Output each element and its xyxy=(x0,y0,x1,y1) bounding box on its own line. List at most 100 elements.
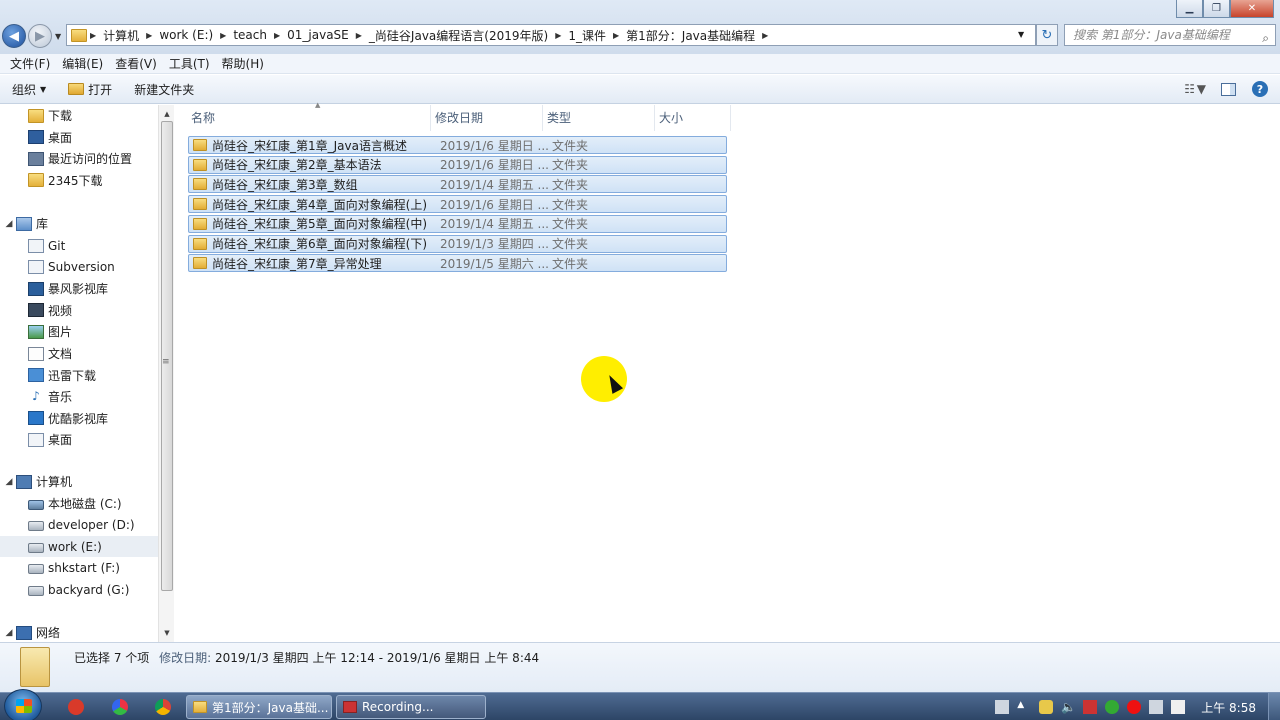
search-input[interactable]: 搜索 第1部分：Java基础编程 ⌕ xyxy=(1064,24,1276,46)
tray-app-icon[interactable] xyxy=(1083,700,1098,714)
sidebar-item[interactable]: 最近访问的位置 xyxy=(0,148,158,169)
chevron-right-icon[interactable]: ▶ xyxy=(552,31,564,40)
column-type[interactable]: 类型 xyxy=(543,105,655,131)
change-view-icon[interactable]: ☷ ▼ xyxy=(1184,82,1206,96)
chevron-right-icon[interactable]: ▶ xyxy=(353,31,365,40)
file-row[interactable]: 尚硅谷_宋红康_第1章_Java语言概述 2019/1/6 星期日 ... 文件夹 xyxy=(188,136,727,154)
sidebar-item[interactable]: work (E:) xyxy=(0,536,158,558)
breadcrumb-item[interactable]: work (E:) xyxy=(155,28,217,42)
expand-arrow-icon[interactable]: ◢ xyxy=(2,219,16,229)
search-icon[interactable]: ⌕ xyxy=(1262,28,1269,48)
tray-app-icon[interactable] xyxy=(1039,700,1054,714)
breadcrumb-item[interactable]: teach xyxy=(229,28,271,42)
preview-pane-icon[interactable] xyxy=(1221,82,1236,96)
menu-item[interactable]: 工具(T) xyxy=(163,55,216,72)
multiple-folders-icon xyxy=(20,647,50,687)
expand-arrow-icon[interactable]: ◢ xyxy=(2,628,16,638)
column-name[interactable]: 名称 xyxy=(187,105,431,131)
sidebar-item[interactable]: 下载 xyxy=(0,105,158,126)
sidebar-item[interactable]: Subversion xyxy=(0,257,158,278)
picture-icon xyxy=(28,324,44,339)
breadcrumb-item[interactable]: 01_javaSE xyxy=(283,28,353,42)
address-bar[interactable]: ▶ 计算机 ▶ work (E:) ▶ teach ▶ 01_javaSE ▶ _尚硅谷Java… xyxy=(66,24,1036,46)
menu-item[interactable]: 查看(V) xyxy=(109,55,163,72)
chevron-right-icon[interactable]: ▶ xyxy=(271,31,283,40)
file-row[interactable]: 尚硅谷_宋红康_第3章_数组 2019/1/4 星期五 ... 文件夹 xyxy=(188,175,727,194)
chevron-right-icon[interactable]: ▶ xyxy=(87,31,99,40)
network-icon[interactable] xyxy=(1149,700,1164,714)
file-name: 尚硅谷_宋红康_第6章_面向对象编程(下) xyxy=(212,237,427,251)
close-button[interactable]: ✕ xyxy=(1230,0,1274,18)
start-button[interactable] xyxy=(4,689,42,720)
menu-item[interactable]: 编辑(E) xyxy=(56,55,109,72)
refresh-button[interactable]: ↻ xyxy=(1036,24,1058,46)
sidebar-scrollbar[interactable]: ▲ ≡ ▼ xyxy=(158,105,174,642)
sidebar-item[interactable]: developer (D:) xyxy=(0,515,158,536)
sidebar-item[interactable]: ◢ 计算机 xyxy=(0,471,158,492)
sidebar-item[interactable]: 迅雷下载 xyxy=(0,365,158,386)
chevron-right-icon[interactable]: ▶ xyxy=(217,31,229,40)
file-row[interactable]: 尚硅谷_宋红康_第6章_面向对象编程(下) 2019/1/3 星期四 ... 文件夹 xyxy=(188,234,727,253)
file-row[interactable]: 尚硅谷_宋红康_第7章_异常处理 2019/1/5 星期六 ... 文件夹 xyxy=(188,254,727,273)
recent-pages-dropdown-icon[interactable]: ▼ xyxy=(55,32,61,41)
sidebar-item[interactable]: 桌面 xyxy=(0,429,158,450)
minimize-button[interactable]: ▁ xyxy=(1176,0,1203,18)
chevron-right-icon[interactable]: ▶ xyxy=(759,31,771,40)
record-icon[interactable] xyxy=(1127,700,1142,714)
sidebar-item[interactable]: 图片 xyxy=(0,321,158,342)
chevron-right-icon[interactable]: ▶ xyxy=(143,31,155,40)
sidebar-item-label: 网络 xyxy=(36,626,61,640)
breadcrumb-item[interactable]: 计算机 xyxy=(99,27,143,44)
maximize-button[interactable]: ❐ xyxy=(1203,0,1230,18)
chevron-right-icon[interactable]: ▶ xyxy=(610,31,622,40)
file-row[interactable]: 尚硅谷_宋红康_第2章_基本语法 2019/1/6 星期日 ... 文件夹 xyxy=(188,155,727,174)
sidebar-item[interactable]: 2345下载 xyxy=(0,170,158,191)
forward-button[interactable]: ▶ xyxy=(28,24,52,48)
sidebar-item[interactable]: 桌面 xyxy=(0,127,158,148)
breadcrumb-item[interactable]: _尚硅谷Java编程语言(2019年版) xyxy=(365,27,552,44)
sidebar-item[interactable]: 本地磁盘 (C:) xyxy=(0,493,158,514)
chrome-icon[interactable] xyxy=(155,699,171,715)
app-quicklaunch-icon[interactable] xyxy=(68,699,84,715)
file-date: 2019/1/4 星期五 ... xyxy=(440,177,549,192)
scroll-down-icon[interactable]: ▼ xyxy=(159,626,175,640)
task-recording[interactable]: Recording... xyxy=(336,695,486,719)
sidebar-item[interactable]: 暴风影视库 xyxy=(0,278,158,299)
app-quicklaunch-icon[interactable] xyxy=(112,699,128,715)
breadcrumb-item[interactable]: 第1部分：Java基础编程 xyxy=(622,27,759,44)
column-size[interactable]: 大小 xyxy=(655,105,731,131)
sidebar-item[interactable]: 文档 xyxy=(0,343,158,364)
tray-app-icon[interactable] xyxy=(1105,700,1120,714)
scroll-up-icon[interactable]: ▲ xyxy=(159,107,175,121)
scrollbar-thumb[interactable] xyxy=(161,121,173,591)
open-button[interactable]: 打开 xyxy=(68,81,112,98)
keyboard-icon[interactable] xyxy=(995,700,1010,714)
sidebar-item[interactable]: shkstart (F:) xyxy=(0,558,158,579)
menu-item[interactable]: 帮助(H) xyxy=(216,55,270,72)
address-dropdown-icon[interactable]: ▼ xyxy=(1018,30,1024,39)
volume-icon[interactable]: 🔈 xyxy=(1061,700,1076,714)
task-explorer[interactable]: 第1部分：Java基础... xyxy=(186,695,332,719)
help-icon[interactable]: ? xyxy=(1252,81,1268,97)
sidebar-item[interactable]: Git xyxy=(0,235,158,256)
sidebar-item[interactable]: ◢ 库 xyxy=(0,213,158,234)
organize-button[interactable]: 组织 ▼ xyxy=(12,81,46,98)
search-placeholder: 搜索 第1部分：Java基础编程 xyxy=(1073,28,1230,42)
sidebar-item[interactable]: ◢ 网络 xyxy=(0,622,158,642)
expand-arrow-icon[interactable]: ◢ xyxy=(2,477,16,487)
back-button[interactable]: ◀ xyxy=(2,24,26,48)
sidebar-item[interactable]: 优酷影视库 xyxy=(0,408,158,429)
menu-item[interactable]: 文件(F) xyxy=(4,55,56,72)
tray-app-icon[interactable] xyxy=(1171,700,1186,714)
new-folder-button[interactable]: 新建文件夹 xyxy=(134,81,194,98)
column-date[interactable]: 修改日期 xyxy=(431,105,543,131)
show-desktop-button[interactable] xyxy=(1268,693,1280,720)
file-row[interactable]: 尚硅谷_宋红康_第4章_面向对象编程(上) 2019/1/6 星期日 ... 文件夹 xyxy=(188,195,727,214)
sidebar-item[interactable]: backyard (G:) xyxy=(0,579,158,600)
sidebar-item[interactable]: 视频 xyxy=(0,300,158,321)
file-row[interactable]: 尚硅谷_宋红康_第5章_面向对象编程(中) 2019/1/4 星期五 ... 文件夹 xyxy=(188,214,727,233)
clock[interactable]: 上午 8:58 xyxy=(1201,699,1256,716)
sidebar-item[interactable]: ♪ 音乐 xyxy=(0,386,158,407)
breadcrumb-item[interactable]: 1_课件 xyxy=(564,27,610,44)
show-hidden-icon[interactable]: ▲ xyxy=(1017,700,1031,714)
